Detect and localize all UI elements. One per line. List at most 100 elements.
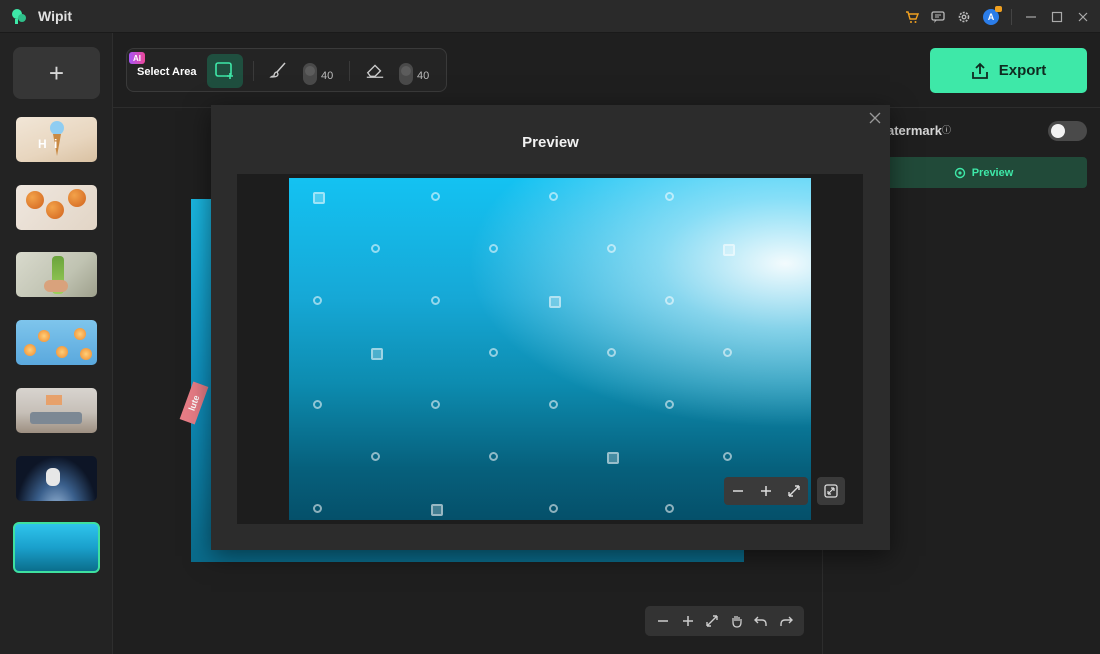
- fit-view-icon: [824, 484, 838, 498]
- app-window: Wipit A + H i AI Select Area 40 40 Expor…: [0, 0, 1100, 654]
- thumbnail-ocean[interactable]: [13, 522, 100, 573]
- watermark-glyph: [313, 192, 325, 204]
- select-area-label: Select Area: [137, 66, 197, 78]
- thumbnail-text: H i: [38, 137, 60, 151]
- thumbnail-green-bottle[interactable]: [16, 252, 97, 297]
- watermark-glyph: [607, 244, 616, 253]
- eraser-size-value: 40: [417, 70, 430, 82]
- watermark-glyph: [431, 400, 440, 409]
- watermark-glyph: [431, 296, 440, 305]
- export-button[interactable]: Export: [930, 48, 1087, 93]
- select-area-button[interactable]: [207, 54, 243, 88]
- title-bar-actions: A: [905, 0, 1090, 33]
- eraser-icon[interactable]: [365, 60, 385, 80]
- app-logo-icon: [12, 9, 26, 24]
- thumbnail-graphic: [50, 121, 64, 135]
- brush-size-slider[interactable]: [303, 63, 317, 85]
- preview-zoom-controls: [724, 477, 808, 505]
- eraser-size-slider[interactable]: [399, 63, 413, 85]
- minimize-icon[interactable]: [1024, 10, 1038, 24]
- watermark-glyph: [723, 348, 732, 357]
- watermark-glyph: [665, 296, 674, 305]
- cart-icon[interactable]: [905, 10, 919, 24]
- preview-label: Preview: [971, 166, 1014, 179]
- thumbnail-astronaut[interactable]: [16, 456, 97, 501]
- thumbnail-graphic: [56, 346, 68, 358]
- close-icon[interactable]: [868, 111, 882, 125]
- watermark-glyph: [665, 400, 674, 409]
- title-bar: Wipit A: [0, 0, 1100, 33]
- select-area-icon: [215, 62, 233, 79]
- watermark-toggle[interactable]: [1048, 121, 1087, 141]
- hand-pan-icon[interactable]: [728, 612, 746, 630]
- thumbnail-graphic: [46, 468, 60, 486]
- zoom-out-icon[interactable]: [729, 482, 747, 500]
- thumbnail-living-room[interactable]: [16, 388, 97, 433]
- export-label: Export: [998, 62, 1047, 79]
- zoom-in-icon[interactable]: [679, 612, 697, 630]
- watermark-label-text: atermark: [887, 123, 942, 138]
- thumbnail-ice-cream[interactable]: H i: [16, 117, 97, 162]
- toolbar-divider: [253, 61, 254, 81]
- maximize-icon[interactable]: [1050, 10, 1064, 24]
- watermark-glyph: [313, 296, 322, 305]
- watermark-glyph: [371, 348, 383, 360]
- app-title: Wipit: [38, 8, 73, 24]
- preview-button[interactable]: Preview: [880, 157, 1087, 188]
- watermark-glyph: [313, 400, 322, 409]
- thumbnail-graphic: [46, 395, 62, 405]
- brush-size-value: 40: [321, 70, 334, 82]
- watermark-glyph: [549, 504, 558, 513]
- canvas-zoom-bar: [645, 606, 804, 636]
- thumbnail-graphic: [24, 344, 36, 356]
- watermark-glyph: [607, 348, 616, 357]
- brush-icon[interactable]: [269, 60, 289, 80]
- export-icon: [971, 62, 988, 79]
- watermark-glyph: [723, 244, 735, 256]
- thumbnail-graphic: [68, 189, 86, 207]
- fit-view-button[interactable]: [817, 477, 845, 505]
- thumbnail-graphic: [38, 330, 50, 342]
- close-icon[interactable]: [1076, 10, 1090, 24]
- redo-icon[interactable]: [777, 612, 795, 630]
- ai-badge: AI: [129, 52, 145, 64]
- preview-area: [237, 174, 863, 524]
- thumbnail-flowers[interactable]: [16, 320, 97, 365]
- toolbar-divider: [349, 61, 350, 81]
- watermark-glyph: [431, 192, 440, 201]
- info-icon[interactable]: ⓘ: [942, 125, 951, 135]
- zoom-in-icon[interactable]: [757, 482, 775, 500]
- gear-icon[interactable]: [957, 10, 971, 24]
- zoom-out-icon[interactable]: [654, 612, 672, 630]
- modal-title: Preview: [522, 134, 579, 151]
- watermark-glyph: [489, 244, 498, 253]
- watermark-glyph: [371, 244, 380, 253]
- edit-toolbar: AI Select Area 40 40: [126, 48, 447, 92]
- thumbnail-graphic: [46, 201, 64, 219]
- chat-icon[interactable]: [931, 10, 945, 24]
- preview-icon: [954, 167, 965, 178]
- watermark-glyph: [549, 192, 558, 201]
- watermark-glyph: [607, 452, 619, 464]
- thumbnail-graphic: [44, 280, 68, 292]
- add-image-button[interactable]: +: [13, 47, 100, 99]
- undo-icon[interactable]: [752, 612, 770, 630]
- watermark-glyph: [371, 452, 380, 461]
- thumbnail-graphic: [80, 348, 92, 360]
- watermark-glyph: [665, 192, 674, 201]
- avatar[interactable]: A: [983, 5, 1002, 25]
- watermark-glyph: [723, 452, 732, 461]
- expand-icon[interactable]: [785, 482, 803, 500]
- watermark-glyph: [489, 452, 498, 461]
- thumbnail-graphic: [74, 328, 86, 340]
- watermark-glyph: [489, 348, 498, 357]
- thumbnail-graphic: [26, 191, 44, 209]
- fit-screen-icon[interactable]: [703, 612, 721, 630]
- preview-image: [289, 178, 811, 520]
- image-sidebar: + H i: [0, 33, 113, 654]
- thumbnail-graphic: [30, 412, 82, 424]
- watermark-glyph: [549, 296, 561, 308]
- preview-modal: Preview: [211, 105, 890, 550]
- thumbnail-oranges[interactable]: [16, 185, 97, 230]
- divider: [1011, 8, 1012, 25]
